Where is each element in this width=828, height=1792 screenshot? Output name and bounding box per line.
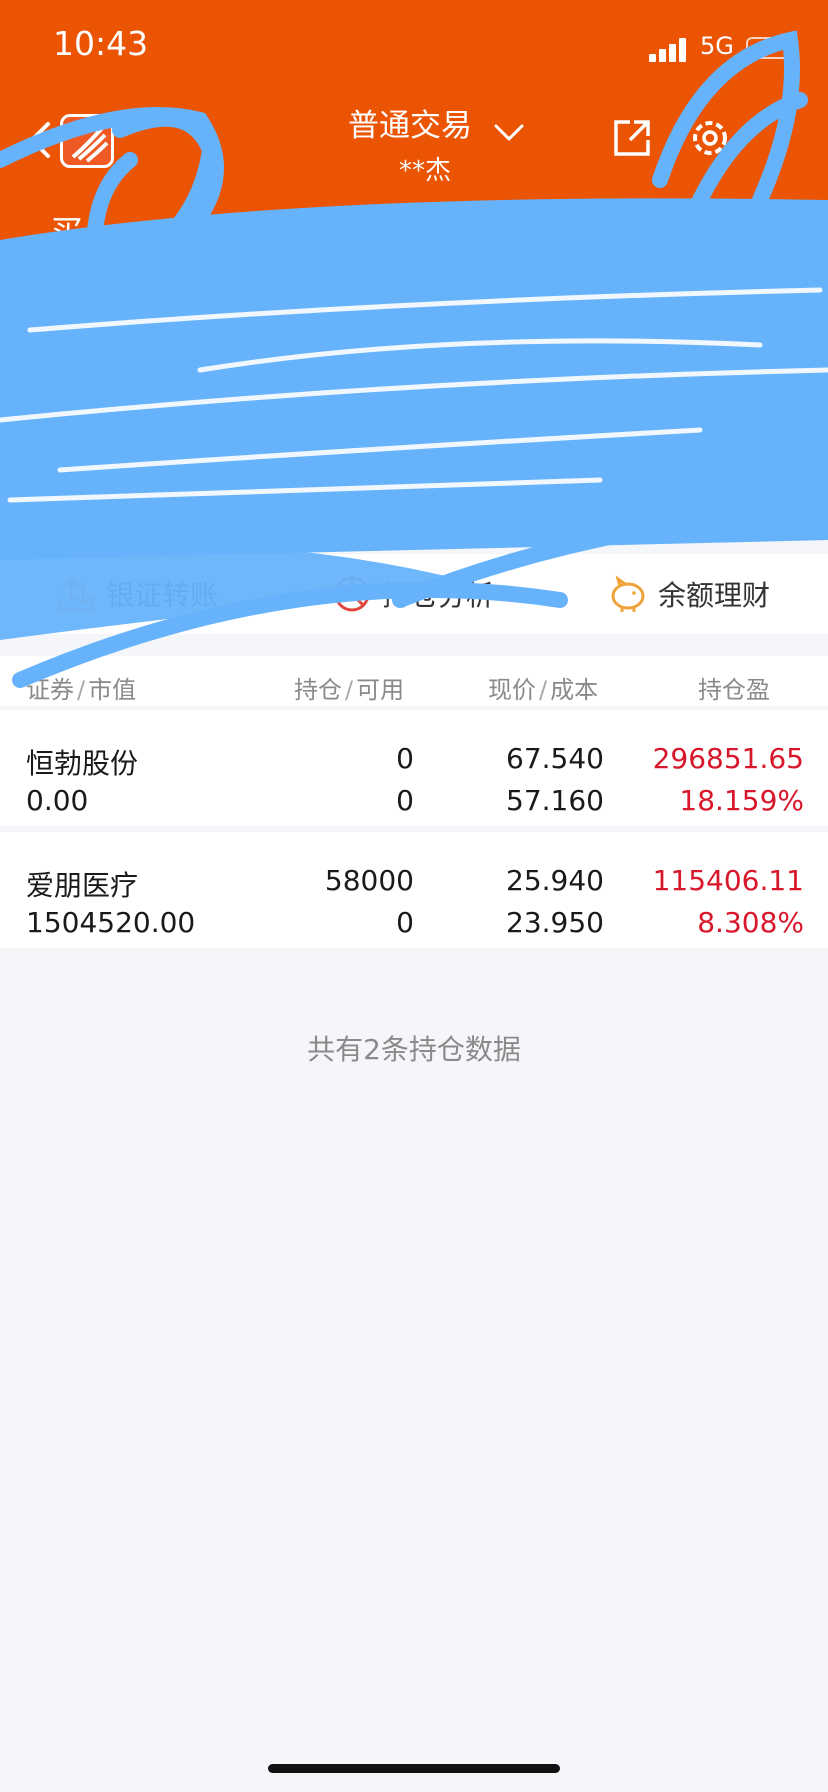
- cost-price: 57.160: [506, 784, 604, 817]
- signal-icon: [649, 38, 691, 62]
- stock-name: 爱朋医疗: [26, 869, 139, 902]
- header-price-cost[interactable]: 现价 / 成本: [488, 670, 598, 705]
- broker-logo: [60, 114, 114, 168]
- header-pnl[interactable]: 持仓盈: [698, 670, 770, 705]
- battery-icon: [746, 37, 790, 59]
- header-position-label: 持仓: [294, 676, 342, 704]
- pie-chart-icon: [334, 576, 370, 612]
- table-row[interactable]: 恒勃股份 0.00 0 0 67.540 57.160 296851.65 18…: [0, 710, 828, 826]
- header-market-value-label: 市值: [88, 676, 137, 704]
- header-available-label: 可用: [356, 676, 405, 704]
- transfer-tool-label: 银证转账: [106, 579, 219, 612]
- table-row[interactable]: 爱朋医疗 1504520.00 58000 0 25.940 23.950 11…: [0, 832, 828, 948]
- holdings-count-note: 共有2条持仓数据: [307, 1033, 521, 1066]
- position-pnl: 115406.11: [652, 864, 804, 897]
- position-analysis-tool-button[interactable]: 持仓分析: [332, 574, 494, 614]
- position-qty: 58000: [324, 864, 414, 897]
- current-price: 25.940: [506, 864, 604, 897]
- header-cost-label: 成本: [550, 676, 599, 704]
- position-pnl-pct: 8.308%: [697, 906, 804, 939]
- back-icon[interactable]: [20, 110, 60, 170]
- balance-finance-tool-label: 余额理财: [658, 579, 771, 612]
- position-qty: 0: [396, 742, 414, 775]
- available-qty: 0: [396, 906, 414, 939]
- header-price-label: 现价: [488, 676, 536, 704]
- quick-tools: 银证转账 持仓分析 余额理财: [0, 554, 828, 634]
- balance-finance-tool-button[interactable]: 余额理财: [608, 574, 770, 614]
- position-analysis-tool-label: 持仓分析: [382, 579, 495, 612]
- current-price: 67.540: [506, 742, 604, 775]
- status-time: 10:43: [53, 24, 149, 63]
- holdings-table-header: 证券 / 市值 持仓 / 可用 现价 / 成本 持仓盈: [0, 656, 828, 706]
- position-pnl: 296851.65: [652, 742, 804, 775]
- header-security-value[interactable]: 证券 / 市值: [26, 670, 136, 705]
- stock-name: 恒勃股份: [26, 747, 139, 780]
- available-qty: 0: [396, 784, 414, 817]
- tab-sell[interactable]: 卖出: [210, 206, 276, 254]
- gear-icon[interactable]: [686, 114, 734, 162]
- position-pnl-pct: 18.159%: [679, 784, 804, 817]
- transfer-tool-button[interactable]: 银证转账: [56, 574, 218, 614]
- header-security-label: 证券: [26, 676, 74, 704]
- upload-arrow-icon: [58, 578, 94, 612]
- page-title[interactable]: 普通交易: [340, 100, 480, 145]
- cost-price: 23.950: [506, 906, 604, 939]
- chevron-down-icon[interactable]: [492, 118, 526, 146]
- account-name: **杰: [398, 156, 451, 186]
- home-indicator[interactable]: [268, 1764, 560, 1773]
- header-position-available[interactable]: 持仓 / 可用: [294, 670, 404, 705]
- market-value: 1504520.00: [26, 906, 196, 939]
- piggy-bank-icon: [611, 575, 645, 612]
- market-value: 0.00: [26, 784, 89, 817]
- network-label: 5G: [700, 32, 734, 60]
- tab-buy[interactable]: 买入: [50, 206, 116, 254]
- share-icon[interactable]: [610, 116, 654, 160]
